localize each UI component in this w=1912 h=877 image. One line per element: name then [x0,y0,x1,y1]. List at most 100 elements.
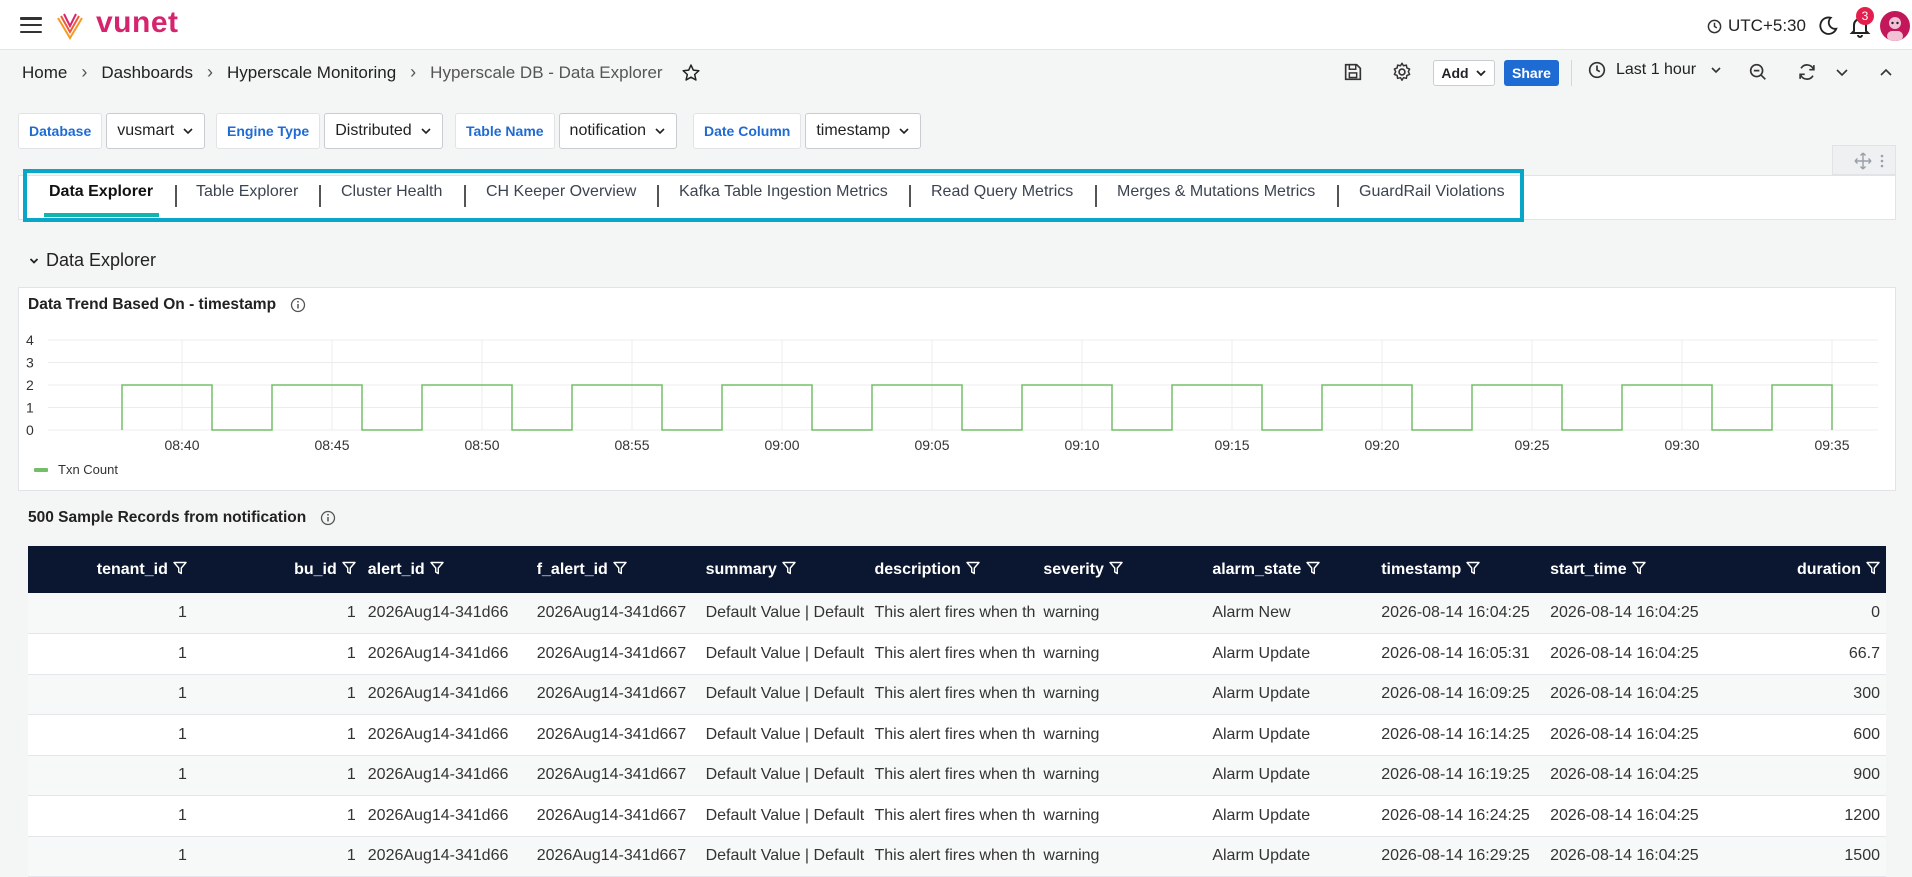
column-header-label: alarm_state [1212,560,1302,578]
avatar[interactable] [1880,11,1910,41]
moon-icon[interactable] [1817,15,1839,37]
cell-bu-id: 1 [192,674,362,715]
chevron-down-icon [29,257,39,264]
filter-icon[interactable] [1866,561,1880,575]
cell-timestamp: 2026-08-14 16:05:31 [1375,633,1545,675]
breadcrumb-separator: › [207,62,214,82]
column-header-label: bu_id [294,560,337,578]
column-header-duration[interactable]: duration [1713,546,1886,593]
tab-guardrail-violations[interactable]: GuardRail Violations [1359,183,1505,201]
column-header-description[interactable]: description [868,546,1038,593]
tab-separator [1337,185,1339,207]
table-name-select[interactable]: notification [558,113,678,149]
chart-panel-title: Data Trend Based On - timestamp [28,296,277,313]
panel-drag-handle[interactable] [1832,145,1896,175]
column-header-alert-id[interactable]: alert_id [361,546,531,593]
chevron-down-icon [1475,70,1486,77]
cell-timestamp: 2026-08-14 16:29:25 [1375,836,1545,877]
cell-tenant-id: 1 [28,836,193,877]
date-column-value: timestamp [816,122,891,139]
tab-table-explorer[interactable]: Table Explorer [196,183,298,201]
table-row[interactable]: 1 1 2026Aug14-341d66 2026Aug14-341d667 Defau… [28,714,1886,756]
save-icon[interactable] [1342,61,1364,83]
breadcrumb-hyperscale-monitoring[interactable]: Hyperscale Monitoring [227,63,396,83]
section-header[interactable]: Data Explorer [28,250,156,271]
column-header-label: alert_id [367,560,425,578]
cell-bu-id: 1 [192,795,362,837]
cell-start-time: 2026-08-14 16:04:25 [1544,593,1714,634]
cell-alarm-state: Alarm Update [1206,674,1376,715]
share-button[interactable]: Share [1504,60,1559,86]
tab-ch-keeper-overview[interactable]: CH Keeper Overview [486,183,636,201]
filter-icon[interactable] [430,561,444,575]
filter-icon[interactable] [1466,561,1480,575]
tab-read-query-metrics[interactable]: Read Query Metrics [931,183,1073,201]
x-tick-label: 09:20 [1364,437,1399,453]
tab-merges-mutations-metrics[interactable]: Merges & Mutations Metrics [1117,183,1315,201]
tab-data-explorer[interactable]: Data Explorer [49,183,153,201]
move-icon [1854,152,1872,170]
date-column-select[interactable]: timestamp [805,113,922,149]
chart-panel-header: Data Trend Based On - timestamp [28,296,306,314]
table-row[interactable]: 1 1 2026Aug14-341d66 2026Aug14-341d667 Defau… [28,795,1886,837]
y-tick-label: 2 [26,377,34,393]
zoom-out-icon[interactable] [1747,61,1769,83]
hamburger-icon[interactable] [20,17,42,33]
column-header-tenant-id[interactable]: tenant_id [28,546,193,593]
table-row[interactable]: 1 1 2026Aug14-341d66 2026Aug14-341d667 Defau… [28,593,1886,634]
filter-icon[interactable] [782,561,796,575]
filter-icon[interactable] [342,561,356,575]
table-row[interactable]: 1 1 2026Aug14-341d66 2026Aug14-341d667 Defau… [28,836,1886,877]
time-range-picker[interactable]: Last 1 hour [1588,61,1722,79]
cell-bu-id: 1 [192,755,362,796]
filter-icon[interactable] [1109,561,1123,575]
filter-icon[interactable] [613,561,627,575]
clock-icon [1588,61,1606,79]
gear-icon[interactable] [1391,61,1413,83]
breadcrumb-home[interactable]: Home [22,63,67,83]
filter-icon[interactable] [1631,561,1646,575]
info-icon[interactable] [320,510,336,526]
cell-start-time: 2026-08-14 16:04:25 [1544,674,1714,715]
x-tick-label: 09:15 [1214,437,1249,453]
chevron-up-icon[interactable] [1878,61,1894,83]
star-icon[interactable] [681,63,701,83]
chevron-down-icon[interactable] [1834,61,1850,83]
column-header-summary[interactable]: summary [699,546,869,593]
engine-type-select[interactable]: Distributed [324,113,443,149]
cell-f-alert-id: 2026Aug14-341d667 [530,593,700,634]
filter-icon[interactable] [173,561,187,575]
database-select[interactable]: vusmart [106,113,206,149]
cell-duration: 900 [1713,755,1886,796]
column-header-f-alert-id[interactable]: f_alert_id [530,546,700,593]
table-row[interactable]: 1 1 2026Aug14-341d66 2026Aug14-341d667 Defau… [28,633,1886,675]
cell-description: This alert fires when th [868,674,1038,715]
column-header-bu-id[interactable]: bu_id [192,546,362,593]
breadcrumb-separator: › [81,62,88,82]
add-button[interactable]: Add [1433,60,1495,86]
variable-table-name: Table Name notification [455,113,678,149]
timezone-indicator[interactable]: UTC+5:30 [1707,16,1806,36]
cell-timestamp: 2026-08-14 16:19:25 [1375,755,1545,796]
table-row[interactable]: 1 1 2026Aug14-341d66 2026Aug14-341d667 Defau… [28,674,1886,715]
breadcrumb-dashboards[interactable]: Dashboards [101,63,193,83]
filter-icon[interactable] [1306,561,1320,575]
cell-description: This alert fires when th [868,795,1038,837]
tab-separator [657,185,659,207]
table-row[interactable]: 1 1 2026Aug14-341d66 2026Aug14-341d667 Defau… [28,755,1886,796]
refresh-icon[interactable] [1796,61,1818,83]
column-header-alarm-state[interactable]: alarm_state [1206,546,1376,593]
column-header-label: timestamp [1381,560,1462,578]
cell-severity: warning [1037,714,1207,756]
brand-name[interactable]: vunet [96,6,179,40]
tab-cluster-health[interactable]: Cluster Health [341,183,442,201]
column-header-timestamp[interactable]: timestamp [1375,546,1545,593]
tab-kafka-table-ingestion-metrics[interactable]: Kafka Table Ingestion Metrics [679,183,888,201]
filter-icon[interactable] [966,561,980,575]
info-icon[interactable] [290,297,306,313]
vunet-logo-icon[interactable] [56,12,84,40]
column-header-severity[interactable]: severity [1037,546,1207,593]
clock-icon [1707,19,1722,33]
column-header-start-time[interactable]: start_time [1544,546,1714,593]
cell-summary: Default Value | Default [699,795,869,837]
